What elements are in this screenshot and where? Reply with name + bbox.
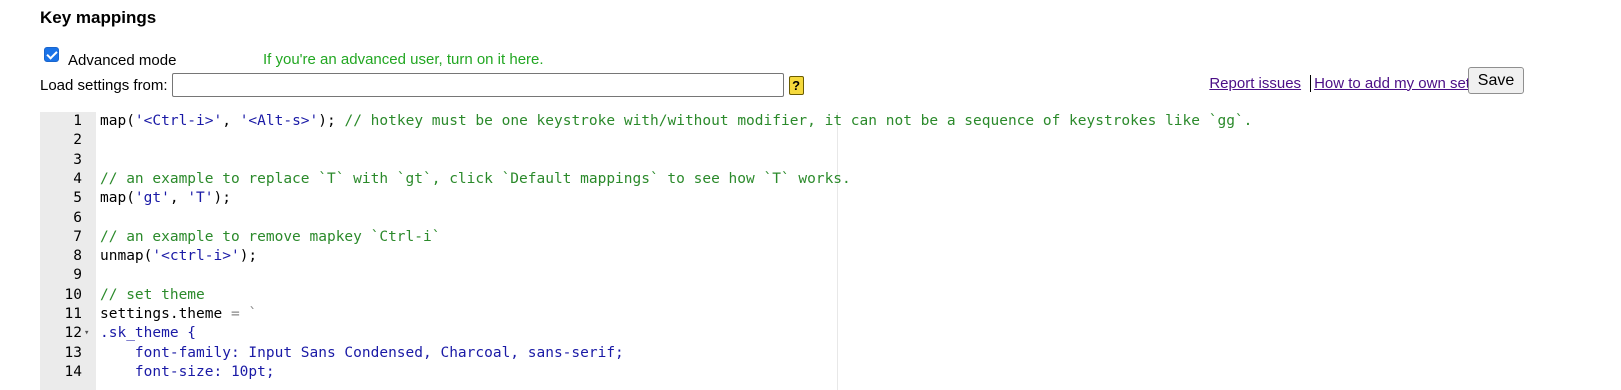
line-number: 5 (73, 190, 82, 207)
code-text: map('gt', 'T'); (100, 190, 231, 207)
code-text: // an example to remove mapkey `Ctrl-i` (100, 228, 441, 245)
line-number: 8 (73, 248, 82, 265)
code-text: map('<Ctrl-i>', '<Alt-s>'); // hotkey mu… (100, 113, 1253, 129)
code-text: .sk_theme { (100, 325, 197, 342)
line-number: 13 (64, 344, 82, 361)
link-separator (1310, 74, 1312, 92)
line-number: 2 (73, 132, 82, 149)
report-issues-link[interactable]: Report issues (1209, 75, 1301, 92)
line-number: 11 (64, 306, 82, 322)
fold-toggle-icon[interactable]: ▾ (84, 324, 94, 343)
line-number: 1 (73, 113, 82, 129)
page-title: Key mappings (40, 8, 157, 27)
line-number: 9 (73, 267, 82, 284)
load-settings-input[interactable] (171, 73, 784, 97)
help-icon[interactable]: ? (788, 75, 804, 95)
code-text: font-family: Input Sans Condensed, Charc… (100, 344, 624, 361)
line-number: 6 (73, 209, 82, 226)
advanced-mode-label[interactable]: Advanced mode (68, 52, 176, 69)
code-text: settings.theme = ` (100, 306, 258, 322)
advanced-mode-row: Advanced mode (44, 46, 176, 69)
code-text: unmap('<ctrl-i>'); (100, 248, 258, 265)
code-text: // an example to replace `T` with `gt`, … (100, 170, 851, 187)
line-number: 14 (64, 363, 82, 380)
code-text: font-size: 10pt; (100, 363, 275, 380)
line-number: 3 (73, 151, 82, 168)
advanced-mode-checkbox[interactable] (44, 46, 59, 62)
line-number: 7 (73, 228, 82, 245)
code-text: // set theme (100, 286, 205, 303)
print-margin (837, 112, 838, 390)
advanced-mode-hint: If you're an advanced user, turn on it h… (263, 51, 544, 68)
load-settings-row: Load settings from: ? (40, 72, 804, 98)
line-number: 10 (64, 286, 82, 303)
line-number: 4 (73, 170, 82, 187)
load-settings-label: Load settings from: (40, 76, 168, 94)
code-editor[interactable]: 1 map('<Ctrl-i>', '<Alt-s>'); // hotkey m… (40, 112, 1621, 390)
line-number: 12 (64, 325, 82, 342)
save-button[interactable]: Save (1468, 67, 1524, 94)
